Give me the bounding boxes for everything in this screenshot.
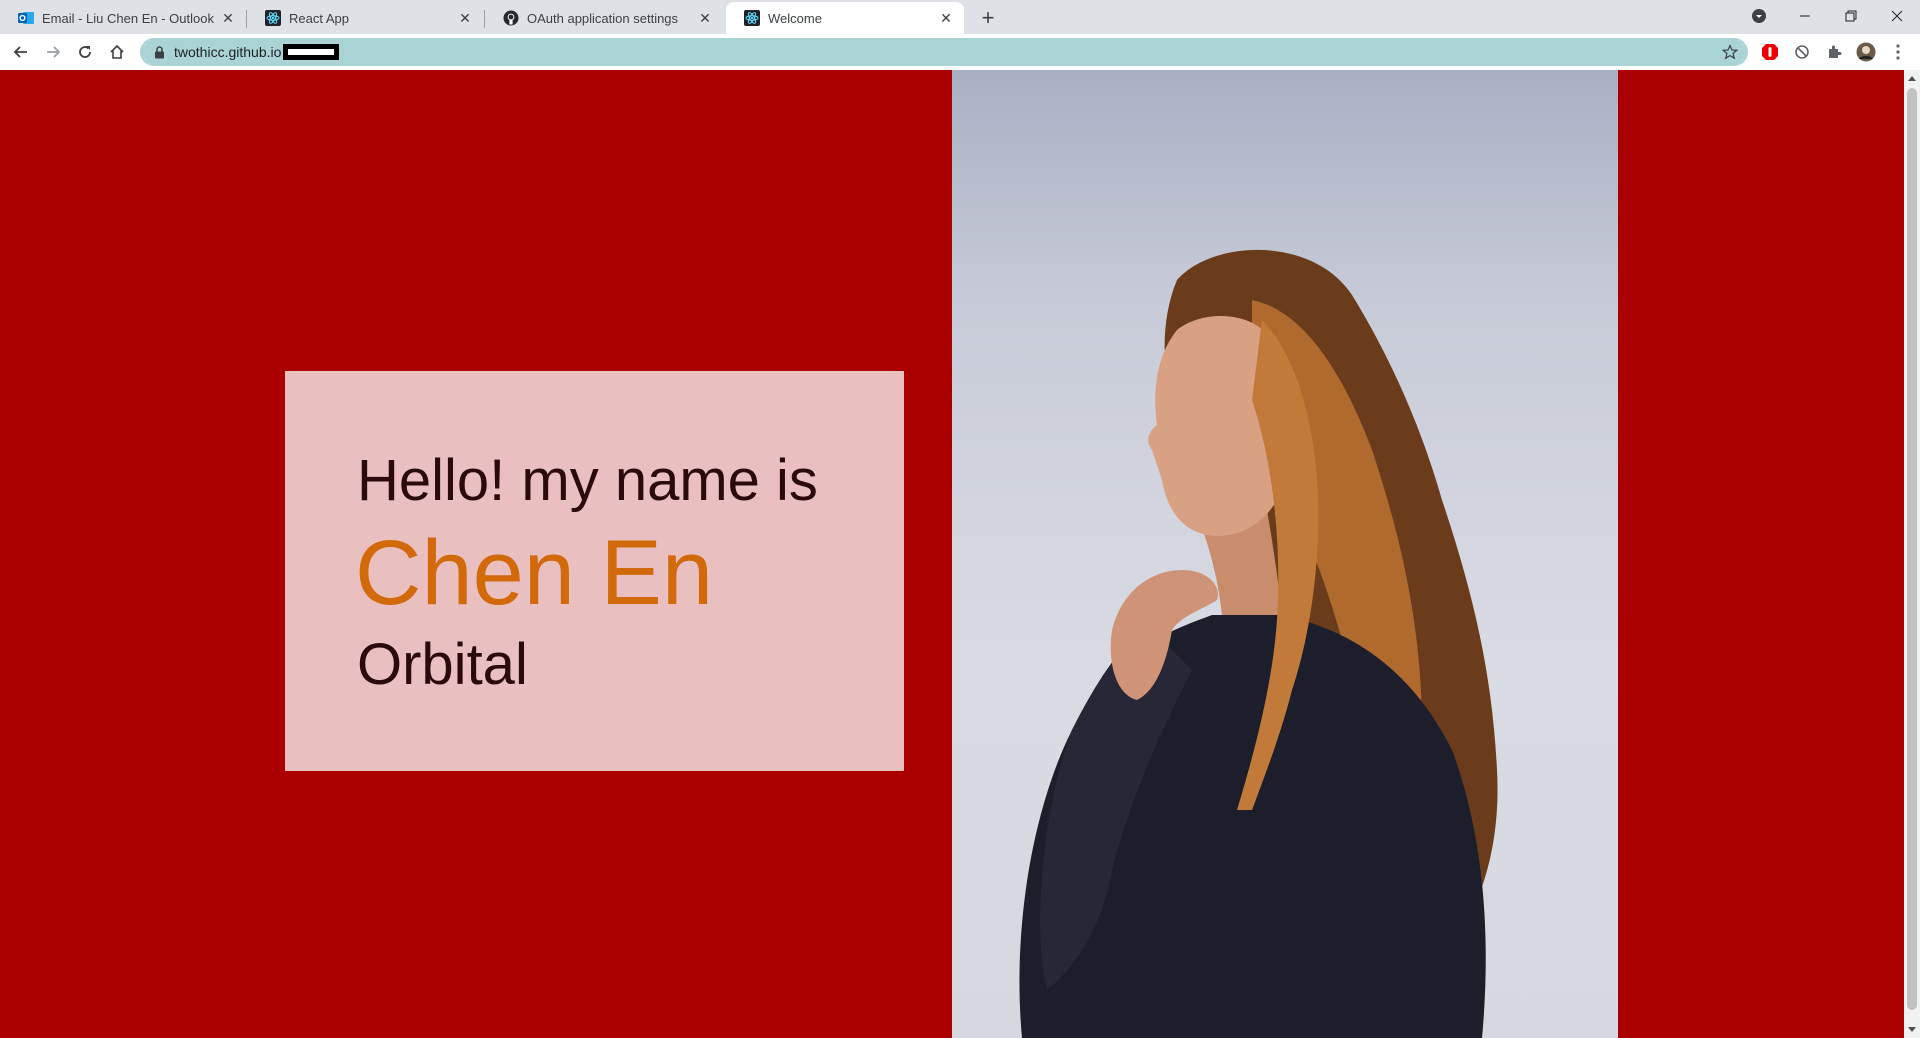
subtitle-text: Orbital xyxy=(357,632,528,697)
close-icon[interactable]: ✕ xyxy=(697,10,713,26)
extensions-puzzle-icon[interactable] xyxy=(1823,41,1845,63)
tab-title: React App xyxy=(289,10,349,26)
close-icon[interactable]: ✕ xyxy=(938,10,954,26)
greeting-text: Hello! my name is xyxy=(357,448,818,513)
tab-oauth-settings[interactable]: OAuth application settings ✕ xyxy=(485,2,723,34)
restore-icon xyxy=(1845,10,1857,22)
name-heading: Chen En xyxy=(355,522,714,624)
tab-strip: Email - Liu Chen En - Outlook ✕ React Ap… xyxy=(0,0,1920,34)
block-extension-icon[interactable] xyxy=(1791,41,1813,63)
portrait-image xyxy=(1019,249,1498,1038)
new-tab-button[interactable]: + xyxy=(974,4,1002,32)
tab-title: Welcome xyxy=(768,10,822,26)
url-text: twothicc.github.io xyxy=(174,44,282,60)
reload-button[interactable] xyxy=(71,38,99,66)
close-icon xyxy=(1891,10,1903,22)
address-bar[interactable]: twothicc.github.io xyxy=(140,38,1748,66)
tab-title: OAuth application settings xyxy=(527,10,679,26)
forward-button[interactable] xyxy=(39,38,67,66)
home-icon xyxy=(110,44,124,59)
tab-outlook[interactable]: Email - Liu Chen En - Outlook ✕ xyxy=(0,2,246,34)
lock-icon[interactable] xyxy=(152,45,166,59)
tab-search-button[interactable] xyxy=(1736,0,1782,32)
bookmark-star-icon[interactable] xyxy=(1722,44,1738,60)
menu-kebab-icon[interactable] xyxy=(1887,41,1909,63)
chevron-down-icon xyxy=(1752,9,1766,23)
tab-welcome[interactable]: Welcome ✕ xyxy=(726,2,964,34)
arrow-right-icon xyxy=(47,46,61,58)
restore-button[interactable] xyxy=(1828,0,1874,32)
redacted-url-path xyxy=(283,44,340,60)
profile-avatar[interactable] xyxy=(1855,41,1877,63)
home-button[interactable] xyxy=(103,38,131,66)
close-icon[interactable]: ✕ xyxy=(457,10,473,26)
outlook-icon xyxy=(18,10,34,26)
vertical-scrollbar[interactable] xyxy=(1904,70,1920,1038)
reload-icon xyxy=(79,46,91,58)
minimize-button[interactable] xyxy=(1782,0,1828,32)
tab-react-app[interactable]: React App ✕ xyxy=(247,2,483,34)
scrollbar-thumb[interactable] xyxy=(1907,88,1917,1010)
scroll-up-arrow-icon[interactable] xyxy=(1904,70,1920,86)
close-icon[interactable]: ✕ xyxy=(220,10,236,26)
close-window-button[interactable] xyxy=(1874,0,1920,32)
back-button[interactable] xyxy=(7,38,35,66)
portrait-photo xyxy=(952,70,1618,1038)
react-icon xyxy=(744,10,760,26)
tab-title: Email - Liu Chen En - Outlook xyxy=(42,10,214,26)
react-icon xyxy=(265,10,281,26)
adblock-extension-icon[interactable] xyxy=(1759,41,1781,63)
arrow-left-icon xyxy=(13,46,27,58)
scroll-down-arrow-icon[interactable] xyxy=(1904,1022,1920,1038)
browser-toolbar: twothicc.github.io xyxy=(0,34,1920,70)
minimize-icon xyxy=(1800,15,1810,17)
page-viewport: Hello! my name is Chen En Orbital xyxy=(0,70,1904,1038)
github-icon xyxy=(503,10,519,26)
intro-card: Hello! my name is Chen En Orbital xyxy=(285,371,904,771)
